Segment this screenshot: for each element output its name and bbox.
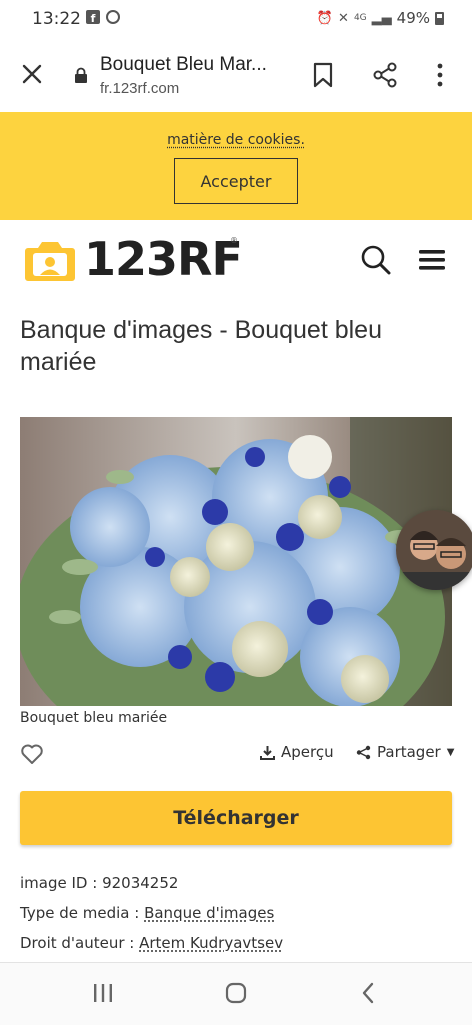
- media-type-label: Type de media :: [20, 904, 140, 922]
- author-row: Droit d'auteur : Artem Kudryavtsev: [20, 934, 283, 952]
- messenger-icon: [106, 10, 120, 24]
- signal-icon: ▂▄: [371, 10, 392, 26]
- share-label: Partager: [377, 743, 441, 761]
- facebook-icon: f: [86, 10, 100, 24]
- close-icon[interactable]: [20, 62, 44, 86]
- share-icon[interactable]: [372, 62, 398, 88]
- recent-apps-icon[interactable]: [92, 983, 114, 1003]
- chevron-down-icon: ▼: [446, 746, 455, 758]
- system-nav-bar: [0, 962, 472, 1025]
- logo-text[interactable]: 123RF: [84, 232, 243, 286]
- bookmark-icon[interactable]: [312, 62, 334, 88]
- alarm-icon: ⏰: [316, 10, 334, 26]
- status-time: 13:22: [32, 9, 81, 29]
- preview-button[interactable]: Aperçu: [260, 743, 334, 761]
- bouquet-illustration: [20, 417, 452, 706]
- bouquet-photo[interactable]: [20, 417, 452, 706]
- home-icon[interactable]: [224, 981, 248, 1005]
- image-caption: Bouquet bleu mariée: [20, 710, 168, 726]
- browser-toolbar: Bouquet Bleu Mar... fr.123rf.com: [0, 40, 472, 113]
- page-tab-title[interactable]: Bouquet Bleu Mar...: [100, 54, 267, 76]
- url-text[interactable]: fr.123rf.com: [100, 80, 179, 97]
- share-dropdown[interactable]: Partager ▼: [356, 743, 454, 761]
- page-title: Banque d'images - Bouquet bleu mariée: [20, 316, 382, 376]
- network-label: 4G: [353, 13, 367, 23]
- media-type-link[interactable]: Banque d'images: [144, 904, 274, 922]
- accept-cookies-button[interactable]: Accepter: [174, 158, 298, 204]
- status-bar: 13:22 f ⏰ ✕ 4G ▂▄ 49%: [0, 0, 472, 40]
- chat-head-avatar[interactable]: [396, 510, 472, 590]
- lock-icon: [75, 67, 87, 83]
- share-small-icon: [356, 745, 371, 759]
- search-icon[interactable]: [360, 244, 392, 276]
- logo-registered-mark: ®: [230, 236, 238, 245]
- image-id-label: image ID :: [20, 874, 98, 892]
- author-link[interactable]: Artem Kudryavtsev: [139, 934, 283, 952]
- hamburger-menu-icon[interactable]: [418, 248, 446, 272]
- back-icon[interactable]: [360, 981, 376, 1005]
- author-label: Droit d'auteur :: [20, 934, 135, 952]
- preview-label: Aperçu: [281, 743, 334, 761]
- camera-logo-icon[interactable]: [24, 238, 76, 282]
- battery-icon: [435, 11, 444, 25]
- battery-level: 49%: [396, 9, 430, 27]
- favorite-heart-icon[interactable]: [20, 742, 44, 766]
- cookie-text[interactable]: matière de cookies.: [0, 132, 472, 148]
- more-options-icon[interactable]: [430, 62, 450, 88]
- download-icon: [260, 745, 275, 760]
- site-header: 123RF ®: [0, 220, 472, 300]
- download-button[interactable]: Télécharger: [20, 791, 452, 845]
- mute-icon: ✕: [338, 10, 349, 26]
- media-type-row: Type de media : Banque d'images: [20, 904, 274, 922]
- cookie-banner: matière de cookies. Accepter: [0, 112, 472, 220]
- image-id-value: 92034252: [102, 874, 179, 892]
- image-id-row: image ID : 92034252: [20, 874, 178, 892]
